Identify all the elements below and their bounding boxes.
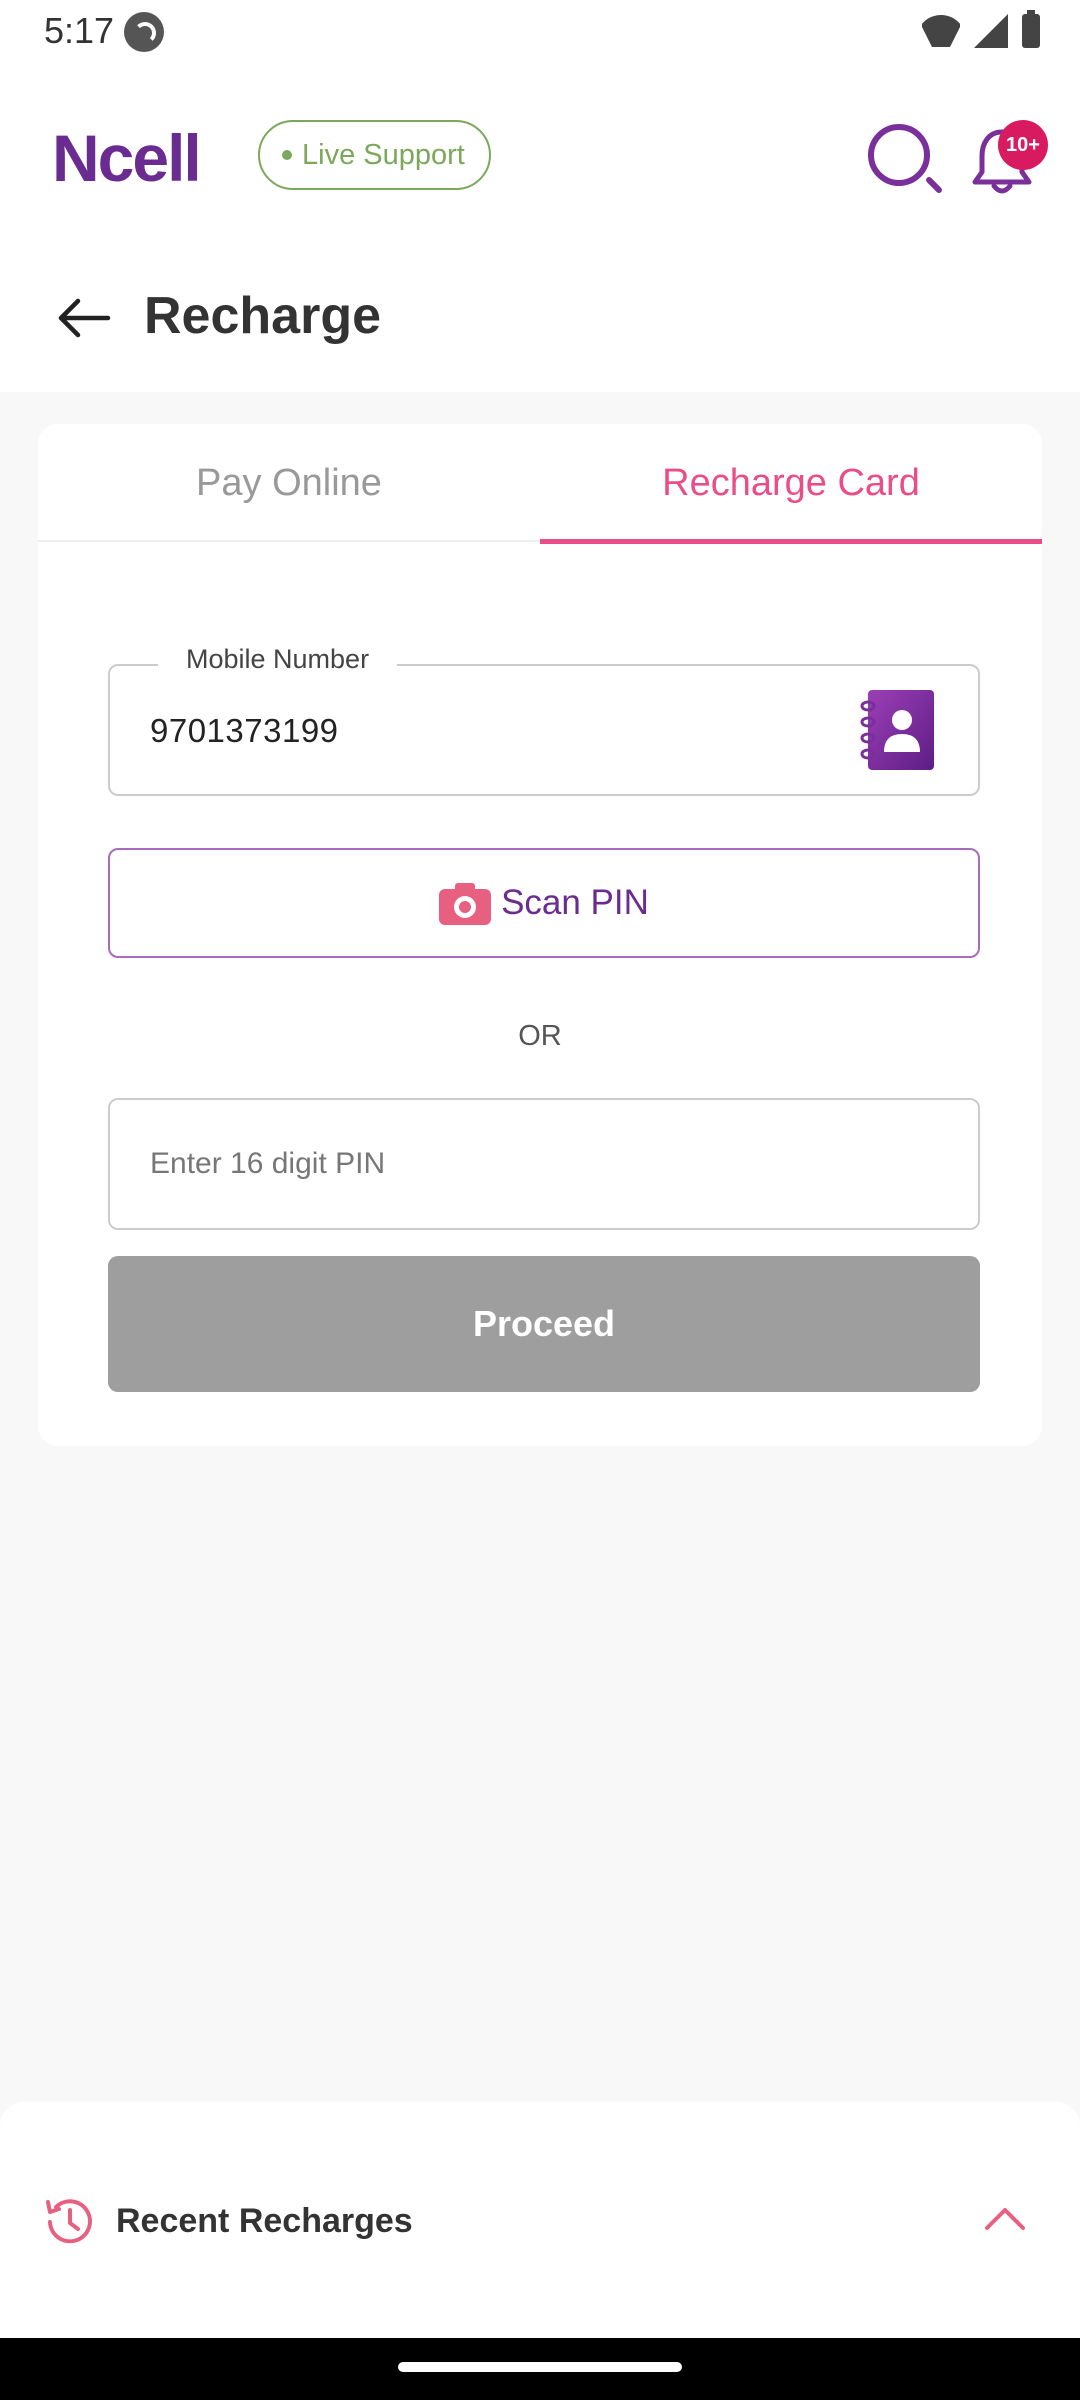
battery-icon	[1022, 10, 1040, 48]
sync-icon	[124, 12, 164, 52]
live-support-label: Live Support	[302, 138, 465, 171]
chevron-up-icon[interactable]	[980, 2198, 1030, 2238]
search-icon	[868, 124, 930, 186]
recent-recharges-panel[interactable]: Recent Recharges	[0, 2102, 1080, 2338]
live-support-button[interactable]: Live Support	[258, 120, 491, 190]
history-icon	[42, 2194, 98, 2250]
wifi-icon	[922, 15, 960, 47]
tab-recharge-card[interactable]: Recharge Card	[540, 424, 1042, 544]
contact-book-icon	[860, 690, 934, 770]
notifications-button[interactable]: 10+	[970, 120, 1048, 200]
or-divider: OR	[518, 1020, 562, 1052]
proceed-button[interactable]: Proceed	[108, 1256, 980, 1392]
search-button[interactable]	[862, 118, 944, 198]
home-indicator[interactable]	[398, 2362, 682, 2372]
back-button[interactable]	[52, 286, 116, 350]
notification-badge: 10+	[998, 120, 1048, 170]
status-time: 5:17	[44, 10, 115, 51]
system-nav-bar	[0, 2338, 1080, 2400]
ncell-logo[interactable]: Ncell	[52, 120, 202, 196]
tab-pay-online[interactable]: Pay Online	[38, 424, 540, 542]
status-icons	[922, 10, 1040, 48]
app-header: Ncell Live Support 10+ Recharge	[0, 64, 1080, 392]
search-icon-handle	[924, 175, 944, 195]
mobile-number-label: Mobile Number	[158, 644, 398, 675]
recent-recharges-title: Recent Recharges	[116, 2202, 413, 2240]
arrow-left-icon	[58, 298, 111, 338]
signal-icon	[974, 14, 1008, 48]
status-bar: 5:17	[0, 0, 1080, 64]
scan-pin-label: Scan PIN	[501, 883, 649, 922]
mobile-number-field[interactable]: Mobile Number 9701373199	[108, 644, 980, 796]
recharge-card: Pay Online Recharge Card Mobile Number 9…	[38, 424, 1042, 1446]
pin-input[interactable]	[108, 1098, 980, 1230]
mobile-number-value[interactable]: 9701373199	[150, 712, 339, 750]
page-title: Recharge	[144, 287, 381, 345]
contacts-button[interactable]	[858, 688, 938, 772]
camera-icon	[439, 881, 492, 925]
scan-pin-button[interactable]: Scan PIN	[108, 848, 980, 958]
tab-bar: Pay Online Recharge Card	[38, 424, 1042, 544]
online-dot-icon	[282, 150, 292, 160]
